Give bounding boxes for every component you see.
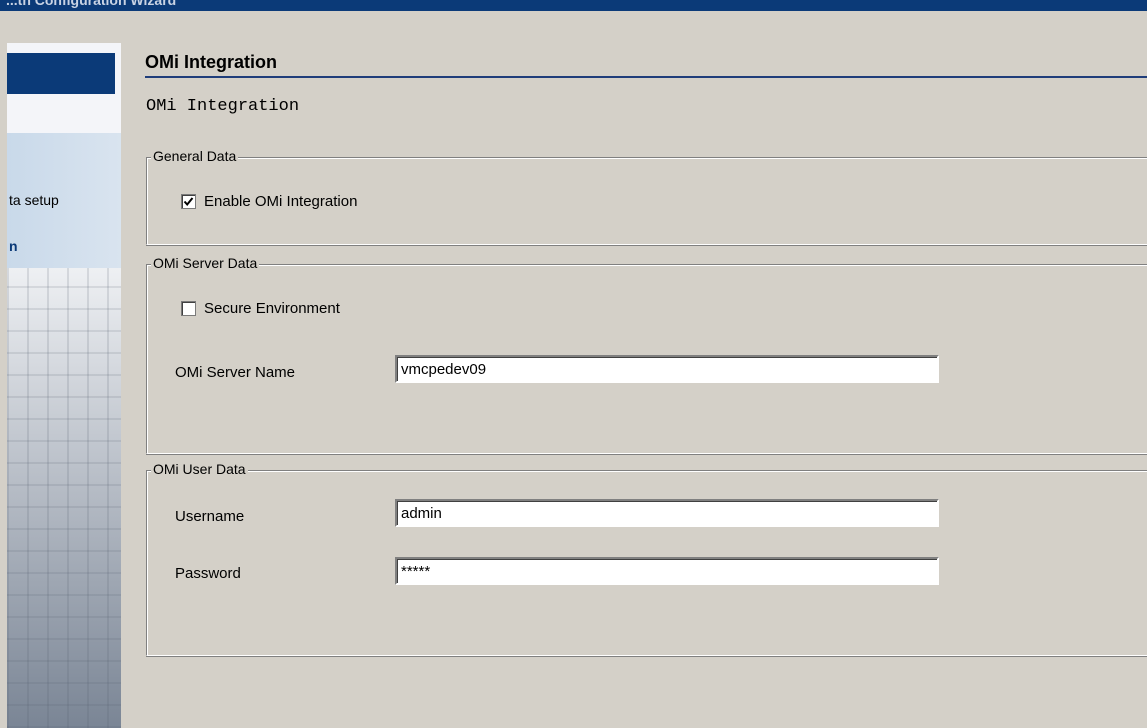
general-data-legend: General Data [151,148,239,164]
password-label: Password [175,565,241,582]
enable-omi-integration-checkbox[interactable] [181,194,196,209]
omi-server-name-label: OMi Server Name [175,364,296,381]
general-data-group: General Data Enable OMi Integration [146,148,1147,245]
sidebar-step-current[interactable]: n [9,238,18,254]
sidebar-header-bar [7,53,115,94]
window-title-bar: ...th Configuration Wizard [0,0,1147,11]
omi-server-data-group: OMi Server Data Secure Environment OMi S… [146,255,1147,454]
header-divider [145,76,1147,78]
omi-user-data-group: OMi User Data Username Password [146,461,1147,656]
username-input[interactable] [395,499,939,527]
omi-server-data-legend: OMi Server Data [151,255,260,271]
enable-omi-integration-row[interactable]: Enable OMi Integration [181,193,357,210]
username-label: Username [175,508,245,525]
enable-omi-integration-label: Enable OMi Integration [204,193,358,210]
wizard-sidebar: ta setup n [7,43,121,728]
password-input[interactable] [395,557,939,585]
secure-environment-label: Secure Environment [204,300,340,317]
omi-user-data-legend: OMi User Data [151,461,248,477]
page-header-title: OMi Integration [145,52,277,72]
sidebar-building-image [7,268,121,728]
sidebar-step-data-setup[interactable]: ta setup [9,192,59,208]
secure-environment-checkbox[interactable] [181,301,196,316]
omi-server-name-input[interactable] [395,355,939,383]
page-subtitle: OMi Integration [146,97,300,116]
checkmark-icon [183,197,194,207]
window-title: ...th Configuration Wizard [6,0,177,8]
secure-environment-row[interactable]: Secure Environment [181,300,340,317]
